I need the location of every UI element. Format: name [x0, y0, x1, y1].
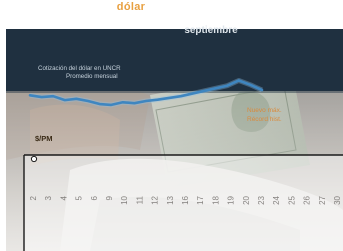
data-point [40, 96, 43, 98]
data-point [145, 100, 147, 102]
data-point [191, 92, 194, 95]
x-tick-label: 17 [196, 195, 205, 204]
data-point [156, 98, 159, 101]
data-point [110, 104, 113, 106]
x-tick-label: 23 [257, 195, 266, 204]
x-tick-label: 19 [227, 195, 236, 204]
series-label-b: Promedio mensual [66, 73, 118, 80]
data-point [261, 89, 263, 91]
data-point [179, 95, 182, 98]
data-point [29, 94, 31, 97]
data-point [168, 97, 171, 99]
data-point [133, 102, 136, 105]
x-tick-label: 4 [59, 195, 68, 200]
y-axis-unit: $/PM [35, 134, 53, 143]
data-point [87, 100, 89, 102]
x-tick-label: 12 [151, 195, 160, 204]
x-tick-label: 9 [105, 195, 114, 200]
x-tick-label: 26 [303, 195, 312, 204]
x-tick-label: 16 [181, 195, 190, 204]
data-point [226, 84, 229, 87]
data-point [121, 101, 124, 104]
x-tick-label: 27 [318, 195, 327, 204]
x-tick-label: 5 [75, 195, 84, 200]
data-point [203, 90, 205, 92]
data-point [63, 99, 66, 102]
data-point [52, 95, 55, 98]
x-tick-label: 6 [90, 195, 99, 200]
x-tick-label: 25 [287, 195, 296, 204]
x-tick-label: 3 [44, 195, 53, 200]
chart-subtitle: septiembre [184, 25, 238, 36]
x-tick-label: 20 [242, 195, 251, 204]
data-point [237, 79, 240, 82]
x-tick-label: 11 [135, 195, 144, 204]
data-point [98, 103, 101, 105]
band-fade [6, 79, 343, 93]
x-tick-label: 2 [29, 195, 38, 200]
axis-origin-marker [30, 155, 38, 163]
x-tick-label: 24 [272, 195, 281, 204]
data-point [75, 97, 78, 100]
side-label-1: Nuevo máx. [247, 107, 282, 114]
chart-stage: dólar septiembre Cotización del dólar en… [0, 0, 343, 251]
x-tick-label: 30 [333, 195, 342, 204]
x-tick-label: 10 [120, 195, 129, 204]
chart-svg: septiembre Cotización del dólar en UNCR … [6, 25, 343, 251]
x-tick-label: 13 [166, 195, 175, 204]
data-point [214, 87, 217, 90]
side-label-2: Récord hist. [247, 116, 282, 123]
series-label-a: Cotización del dólar en UNCR [38, 65, 121, 72]
data-point [249, 83, 252, 86]
x-tick-label: 18 [211, 195, 220, 204]
